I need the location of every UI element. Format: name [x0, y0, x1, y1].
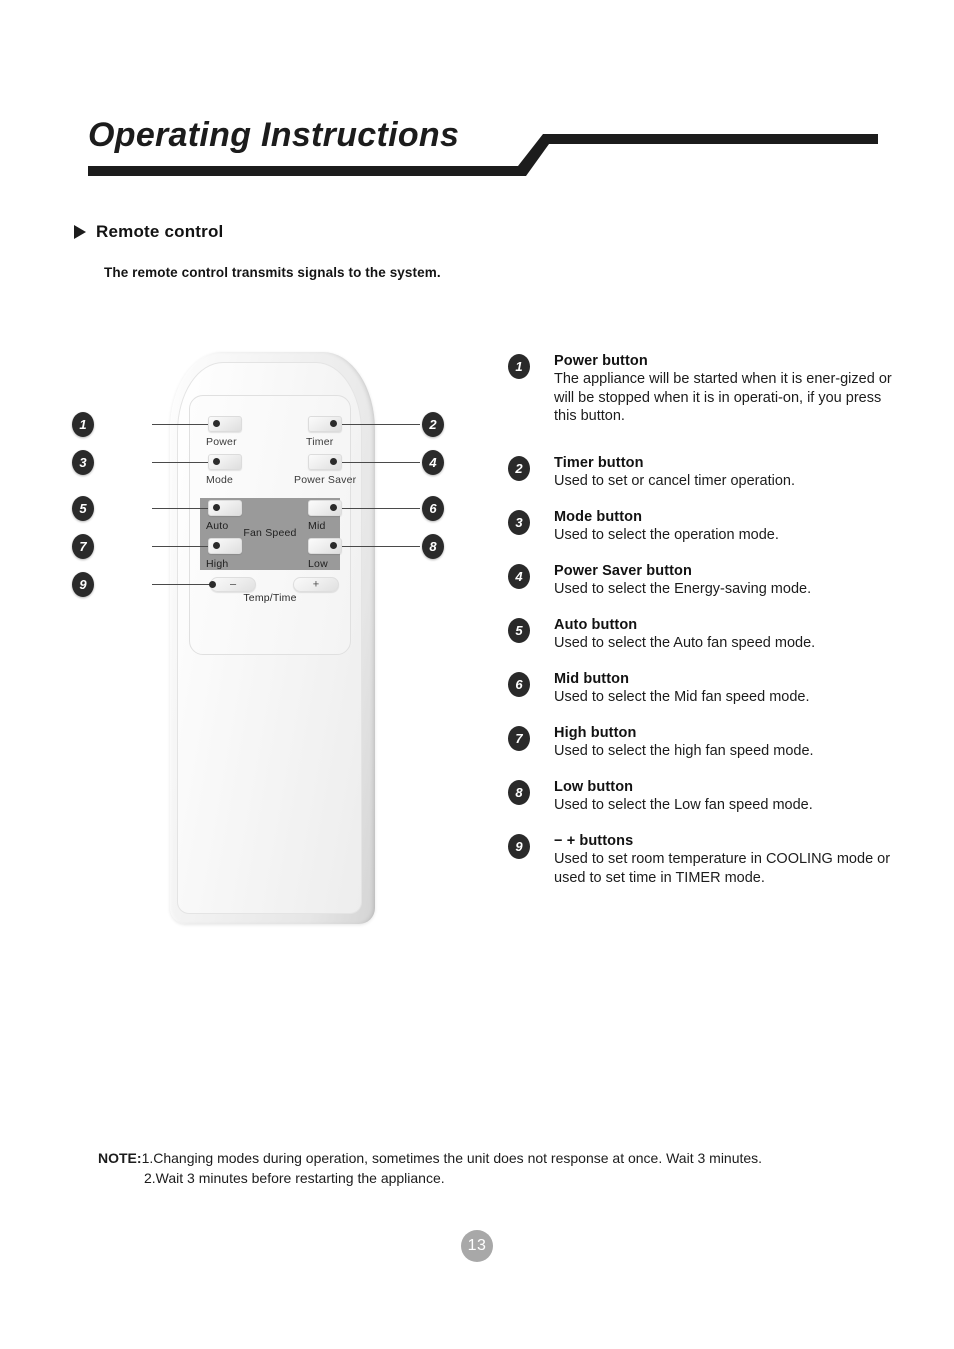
- key-dot-icon: [213, 458, 220, 465]
- note-label: NOTE:: [98, 1150, 142, 1166]
- section-heading-label: Remote control: [96, 222, 224, 241]
- legend-title-9: − + buttons: [554, 833, 634, 849]
- legend-desc-6: Used to select the Mid fan speed mode.: [554, 689, 810, 705]
- remote-key-label-power-saver: Power Saver: [294, 474, 357, 486]
- leader-line-7: [152, 546, 214, 547]
- remote-key-power-saver[interactable]: [308, 454, 342, 470]
- remote-key-auto[interactable]: [208, 500, 242, 516]
- leader-line-5: [152, 508, 214, 509]
- legend-title-1: Power button: [554, 353, 648, 369]
- legend-badge-6: 6: [508, 672, 530, 697]
- manual-page: Operating Instructions Remote control Th…: [0, 0, 954, 1349]
- page-title: Operating Instructions: [88, 116, 460, 154]
- legend-desc-7: Used to select the high fan speed mode.: [554, 743, 814, 759]
- legend-title-3: Mode button: [554, 509, 643, 525]
- legend-badge-2: 2: [508, 456, 530, 481]
- leader-line-1: [152, 424, 214, 425]
- diagram-callout-5: 5: [72, 496, 94, 521]
- diagram-callout-9: 9: [72, 572, 94, 597]
- legend-title-2: Timer button: [554, 455, 644, 471]
- legend-badge-7: 7: [508, 726, 530, 751]
- remote-key-mode[interactable]: [208, 454, 242, 470]
- remote-key-label-auto: Auto: [206, 520, 229, 532]
- legend-desc-2: Used to set or cancel timer operation.: [554, 473, 795, 489]
- remote-key-high[interactable]: [208, 538, 242, 554]
- diagram-callout-7: 7: [72, 534, 94, 559]
- legend-badge-8: 8: [508, 780, 530, 805]
- leader-line-8: [335, 546, 420, 547]
- remote-key-temp-plus[interactable]: +: [293, 577, 339, 592]
- diagram-callout-3: 3: [72, 450, 94, 475]
- leader-line-4: [335, 462, 420, 463]
- legend-title-8: Low button: [554, 779, 634, 795]
- note-line-1: 1.Changing modes during operation, somet…: [141, 1150, 763, 1166]
- note-line-2: 2.Wait 3 minutes before restarting the a…: [144, 1170, 445, 1186]
- legend-desc-9: Used to set room temperature in COOLING …: [554, 851, 891, 886]
- legend-badge-4: 4: [508, 564, 530, 589]
- legend-badge-1: 1: [508, 354, 530, 379]
- key-dot-icon: [330, 420, 337, 427]
- diagram-callout-1: 1: [72, 412, 94, 437]
- key-dot-icon: [330, 458, 337, 465]
- remote-key-timer[interactable]: [308, 416, 342, 432]
- legend-desc-1: The appliance will be started when it is…: [554, 371, 892, 424]
- key-dot-icon: [330, 542, 337, 549]
- section-heading: Remote control: [74, 222, 223, 242]
- key-dot-icon: [213, 420, 220, 427]
- key-dot-icon: [330, 504, 337, 511]
- diagram-callout-4: 4: [422, 450, 444, 475]
- leader-line-2: [335, 424, 420, 425]
- diagram-callout-2: 2: [422, 412, 444, 437]
- legend-title-7: High button: [554, 725, 637, 741]
- remote-key-label-high: High: [206, 558, 229, 570]
- remote-key-label-mid: Mid: [308, 520, 326, 532]
- legend-desc-4: Used to select the Energy-saving mode.: [554, 581, 812, 597]
- remote-key-low[interactable]: [308, 538, 342, 554]
- leader-line-6: [335, 508, 420, 509]
- legend-badge-5: 5: [508, 618, 530, 643]
- legend-title-6: Mid button: [554, 671, 630, 687]
- legend-title-5: Auto button: [554, 617, 638, 633]
- plus-icon: +: [312, 578, 320, 590]
- temp-time-caption: Temp/Time: [243, 592, 297, 604]
- remote-key-label-low: Low: [308, 558, 328, 570]
- leader-line-9: [152, 584, 214, 585]
- minus-icon: –: [229, 578, 237, 590]
- legend-title-4: Power Saver button: [554, 563, 692, 579]
- key-dot-icon: [213, 504, 220, 511]
- legend-desc-3: Used to select the operation mode.: [554, 527, 779, 543]
- remote-key-temp-minus[interactable]: –: [209, 577, 256, 592]
- leader-line-3: [152, 462, 214, 463]
- legend-badge-3: 3: [508, 510, 530, 535]
- key-dot-icon: [213, 542, 220, 549]
- remote-key-label-timer: Timer: [306, 436, 334, 448]
- note-block: NOTE: 1.Changing modes during operation,…: [98, 1148, 888, 1188]
- remote-key-label-mode: Mode: [206, 474, 234, 486]
- legend-desc-5: Used to select the Auto fan speed mode.: [554, 635, 816, 651]
- page-header: Operating Instructions: [88, 116, 878, 180]
- page-number-badge: 13: [461, 1230, 493, 1262]
- diagram-callout-6: 6: [422, 496, 444, 521]
- remote-key-mid[interactable]: [308, 500, 342, 516]
- legend-badge-9: 9: [508, 834, 530, 859]
- remote-key-power[interactable]: [208, 416, 242, 432]
- diagram-callout-8: 8: [422, 534, 444, 559]
- triangle-bullet-icon: [74, 225, 86, 239]
- remote-control-diagram: Fan Speed Power Timer Mode Power Saver A…: [60, 340, 480, 930]
- intro-text: The remote control transmits signals to …: [104, 265, 441, 280]
- legend-desc-8: Used to select the Low fan speed mode.: [554, 797, 813, 813]
- remote-key-label-power: Power: [206, 436, 237, 448]
